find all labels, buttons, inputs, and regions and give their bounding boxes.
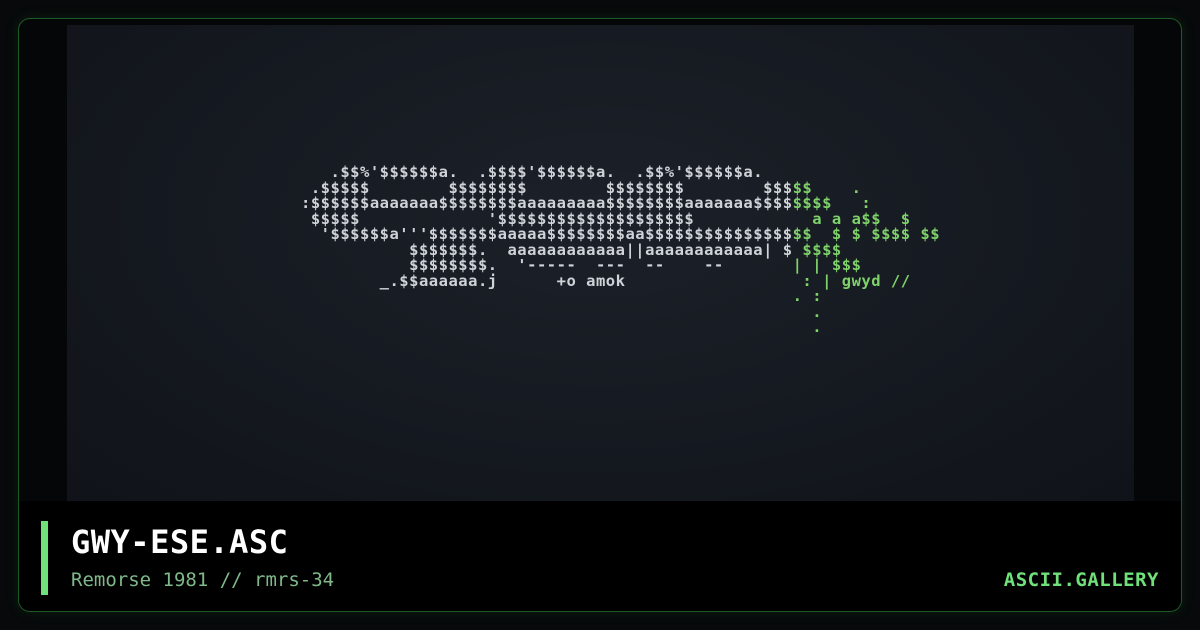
ascii-art: .$$%'$$$$$$a. .$$$$'$$$$$$a. .$$%'$$$$$$… — [242, 164, 940, 336]
card-footer: GWY-ESE.ASC Remorse 1981 // rmrs-34 ASCI… — [19, 501, 1181, 611]
ascii-art-line: . — [792, 318, 823, 336]
ascii-art-panel: .$$%'$$$$$$a. .$$$$'$$$$$$a. .$$%'$$$$$$… — [67, 25, 1134, 501]
gallery-card: .$$%'$$$$$$a. .$$$$'$$$$$$a. .$$%'$$$$$$… — [18, 18, 1182, 612]
art-subtitle: Remorse 1981 // rmrs-34 — [71, 569, 335, 591]
brand-link[interactable]: ASCII.GALLERY — [1004, 569, 1159, 591]
art-title: GWY-ESE.ASC — [71, 523, 289, 561]
accent-bar — [41, 521, 48, 595]
